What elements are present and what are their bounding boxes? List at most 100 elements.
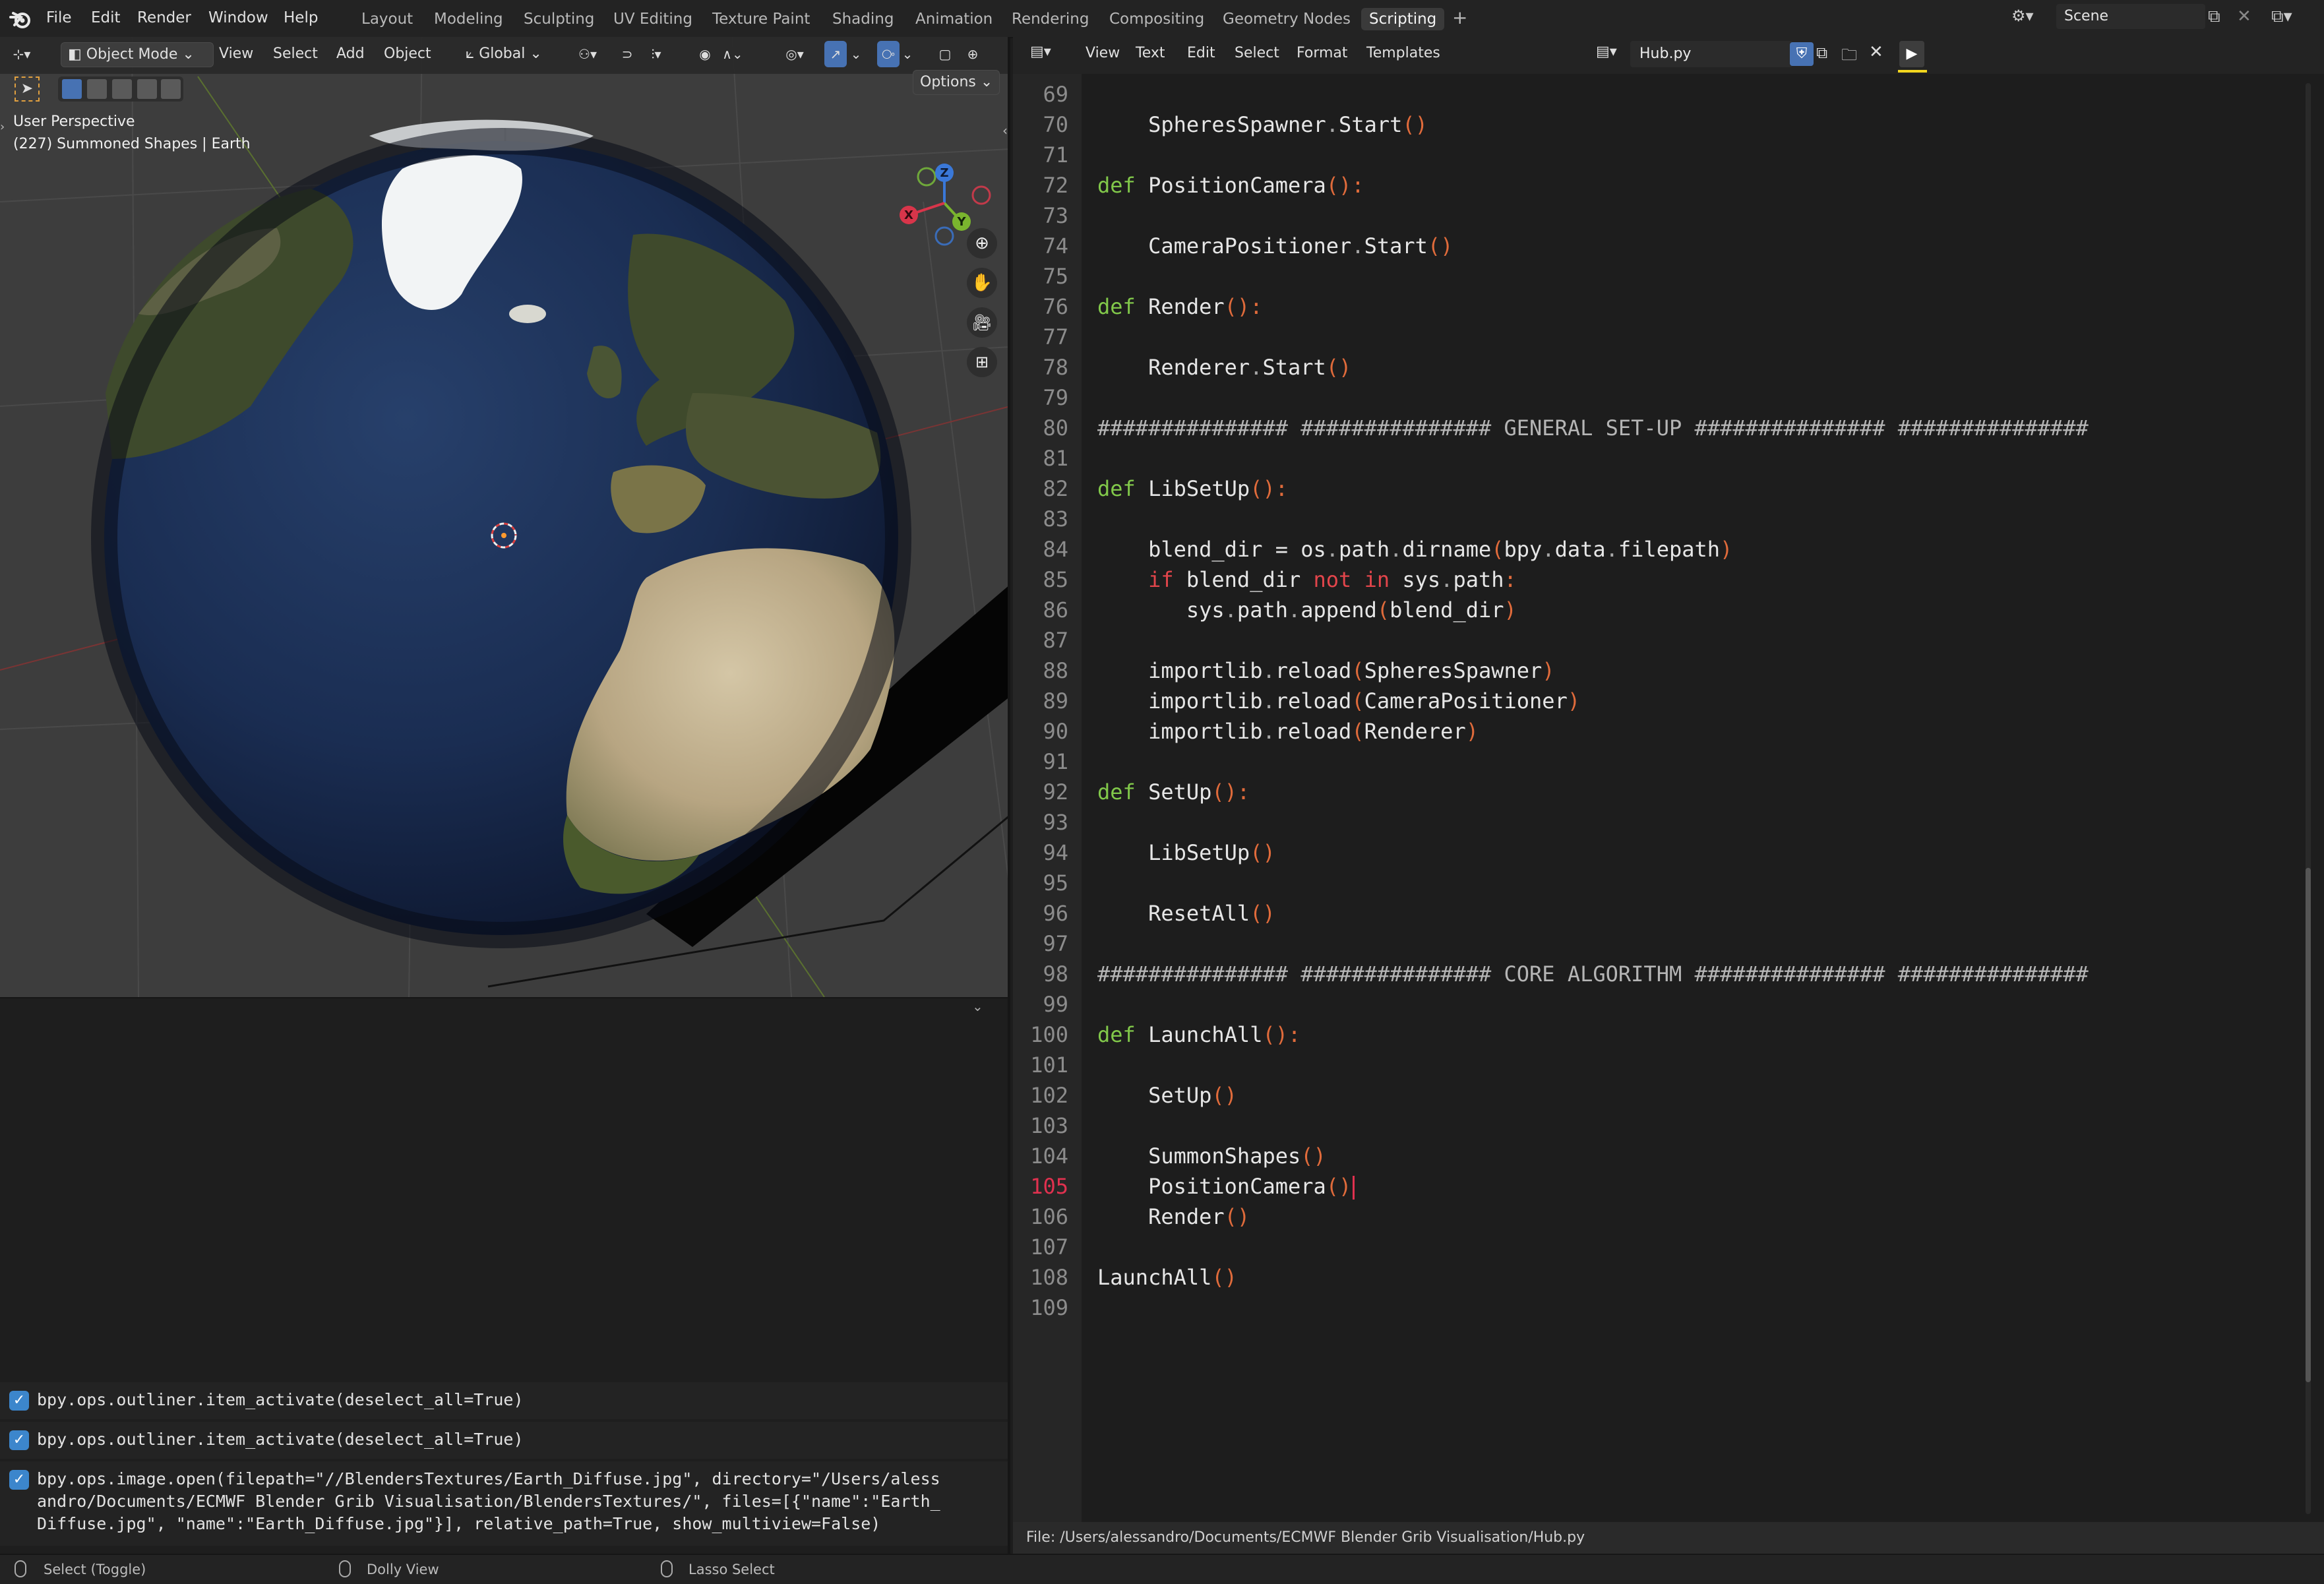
editor-menu-format[interactable]: Format	[1297, 45, 1348, 61]
visibility-icon[interactable]: ◎▾	[782, 41, 807, 67]
viewport-menu-select[interactable]: Select	[266, 42, 324, 66]
code-line: ############### ############### CORE ALG…	[1097, 961, 2089, 987]
tab-compositing[interactable]: Compositing	[1101, 8, 1212, 30]
new-scene-icon[interactable]: ⧉	[2208, 7, 2220, 27]
select-tool-icon[interactable]: ➤	[15, 76, 40, 102]
perspective-toggle-icon[interactable]: ⊞	[967, 347, 997, 377]
proportional-edit-icon[interactable]: ◉	[692, 41, 718, 67]
editor-scrollbar-track[interactable]	[2306, 83, 2311, 1514]
gizmo-toggle-icon[interactable]: ↗	[824, 41, 847, 67]
snap-target-icon[interactable]: ⫶▾	[644, 41, 669, 67]
select-new-icon[interactable]	[62, 79, 82, 99]
mouse-left-icon	[15, 1560, 26, 1577]
editor-type-icon[interactable]: ▤▾	[1030, 44, 1051, 60]
scene-selector[interactable]: ⚙▾ Scene	[2007, 4, 2205, 30]
chevron-down-icon[interactable]: ⌄	[972, 998, 983, 1014]
options-dropdown[interactable]: Options ⌄	[913, 70, 1000, 95]
viewport-scene	[0, 37, 1008, 997]
editor-menu-view[interactable]: View	[1086, 45, 1120, 61]
menu-help[interactable]: Help	[276, 7, 326, 29]
gizmo-x-label: X	[904, 208, 913, 222]
code-line: PositionCamera()	[1097, 1174, 1355, 1200]
info-log-text: Diffuse.jpg", "name":"Earth_Diffuse.jpg"…	[37, 1514, 881, 1533]
editor-type-icon[interactable]: ⊹▾	[9, 41, 34, 67]
text-browse-icon[interactable]: ▤▾	[1596, 44, 1617, 60]
run-script-highlight	[1898, 70, 1927, 73]
orientation-icon: ⟀	[466, 46, 475, 62]
tab-layout[interactable]: Layout	[353, 8, 421, 30]
text-cursor	[1353, 1176, 1355, 1200]
select-invert-icon[interactable]	[137, 79, 157, 99]
checkmark-icon: ✓	[9, 1430, 29, 1450]
falloff-icon[interactable]: ∧⌄	[720, 41, 745, 67]
select-subtract-icon[interactable]	[112, 79, 132, 99]
scene-name-field[interactable]: Scene	[2056, 4, 2205, 29]
code-line: def Render():	[1097, 294, 1263, 319]
view-layer-icon[interactable]: ⧉▾	[2271, 7, 2292, 27]
tab-sculpting[interactable]: Sculpting	[516, 8, 602, 30]
editor-menu-text[interactable]: Text	[1136, 45, 1165, 61]
unlink-text-icon[interactable]: ✕	[1869, 42, 1883, 62]
editor-menu-select[interactable]: Select	[1235, 45, 1279, 61]
menu-window[interactable]: Window	[200, 7, 276, 29]
tab-scripting[interactable]: Scripting	[1361, 8, 1445, 30]
remove-scene-icon[interactable]: ✕	[2237, 7, 2251, 26]
sidebar-toggle-icon[interactable]: ‹	[1002, 123, 1008, 138]
text-editor[interactable]: ▤▾ View Text Edit Select Format Template…	[1013, 37, 2324, 1554]
viewport-menu-add[interactable]: Add	[330, 42, 371, 66]
info-log-entry[interactable]: ✓ bpy.ops.outliner.item_activate(deselec…	[0, 1382, 1008, 1419]
info-log-entry[interactable]: ✓ bpy.ops.image.open(filepath="//Blender…	[0, 1461, 1008, 1546]
toolbar-toggle-icon[interactable]: ›	[0, 120, 5, 134]
pivot-point-icon[interactable]: ⚇▾	[575, 41, 600, 67]
transform-orientation-dropdown[interactable]: ⟀ Global ⌄	[459, 42, 549, 66]
menu-render[interactable]: Render	[129, 7, 199, 29]
code-line: Render()	[1097, 1204, 1250, 1229]
status-hint: Dolly View	[367, 1562, 439, 1577]
tab-shading[interactable]: Shading	[824, 8, 902, 30]
run-script-button[interactable]: ▶	[1899, 41, 1924, 67]
tab-geometry-nodes[interactable]: Geometry Nodes	[1215, 8, 1359, 30]
camera-view-icon[interactable]: 🎥︎	[967, 307, 997, 338]
fake-user-shield-icon[interactable]: ⛨	[1790, 42, 1814, 66]
viewport-menu-object[interactable]: Object	[377, 42, 438, 66]
code-area[interactable]: SpheresSpawner.Start() def PositionCamera…	[1013, 74, 2292, 1518]
editor-scrollbar-thumb[interactable]	[2306, 868, 2311, 1382]
open-text-folder-icon[interactable]: 🗀︎	[1841, 44, 1857, 71]
info-log-text: andro/Documents/ECMWF Blender Grib Visua…	[37, 1492, 940, 1511]
tab-texture-paint[interactable]: Texture Paint	[704, 8, 818, 30]
wireframe-shading-icon[interactable]: ⊕	[960, 41, 985, 67]
overlays-icon[interactable]: ⧂	[877, 41, 900, 67]
pan-hand-icon[interactable]: ✋	[967, 268, 997, 298]
menu-file[interactable]: File	[38, 7, 80, 29]
chevron-down-icon[interactable]: ⌄	[849, 41, 863, 67]
xray-icon[interactable]: ▢	[933, 41, 958, 67]
viewport-menu-view[interactable]: View	[212, 42, 260, 66]
info-log-entry[interactable]: ✓ bpy.ops.outliner.item_activate(deselec…	[0, 1422, 1008, 1459]
new-text-icon[interactable]: ⧉	[1816, 44, 1827, 62]
editor-menu-templates[interactable]: Templates	[1366, 45, 1440, 61]
text-filename-field[interactable]: Hub.py	[1630, 41, 1792, 67]
object-mode-dropdown[interactable]: ◧ Object Mode ⌄	[61, 42, 214, 67]
code-line: def LibSetUp():	[1097, 476, 1288, 501]
file-path-label: File: /Users/alessandro/Documents/ECMWF …	[1026, 1529, 1585, 1546]
tab-uv-editing[interactable]: UV Editing	[605, 8, 700, 30]
code-line: LibSetUp()	[1097, 840, 1275, 865]
tab-animation[interactable]: Animation	[907, 8, 1000, 30]
snap-icon[interactable]: ⊃	[615, 41, 640, 67]
3d-viewport[interactable]: ⊹▾ ◧ Object Mode ⌄ View Select Add Objec…	[0, 37, 1010, 997]
blender-logo-icon[interactable]	[9, 8, 32, 30]
select-extend-icon[interactable]	[87, 79, 107, 99]
editor-menu-edit[interactable]: Edit	[1187, 45, 1215, 61]
object-mode-label: Object Mode	[86, 46, 178, 63]
selection-mode-group	[58, 76, 183, 102]
select-intersect-icon[interactable]	[161, 79, 181, 99]
zoom-icon[interactable]: ⊕	[967, 228, 997, 259]
top-menubar: File Edit Render Window Help Layout Mode…	[0, 0, 2324, 38]
tab-modeling[interactable]: Modeling	[426, 8, 511, 30]
text-editor-header: ▤▾ View Text Edit Select Format Template…	[1013, 37, 2324, 74]
add-workspace-icon[interactable]: +	[1444, 4, 1475, 31]
chevron-down-icon[interactable]: ⌄	[901, 41, 914, 67]
code-line: SpheresSpawner.Start()	[1097, 112, 1428, 137]
tab-rendering[interactable]: Rendering	[1004, 8, 1097, 30]
menu-edit[interactable]: Edit	[83, 7, 129, 29]
